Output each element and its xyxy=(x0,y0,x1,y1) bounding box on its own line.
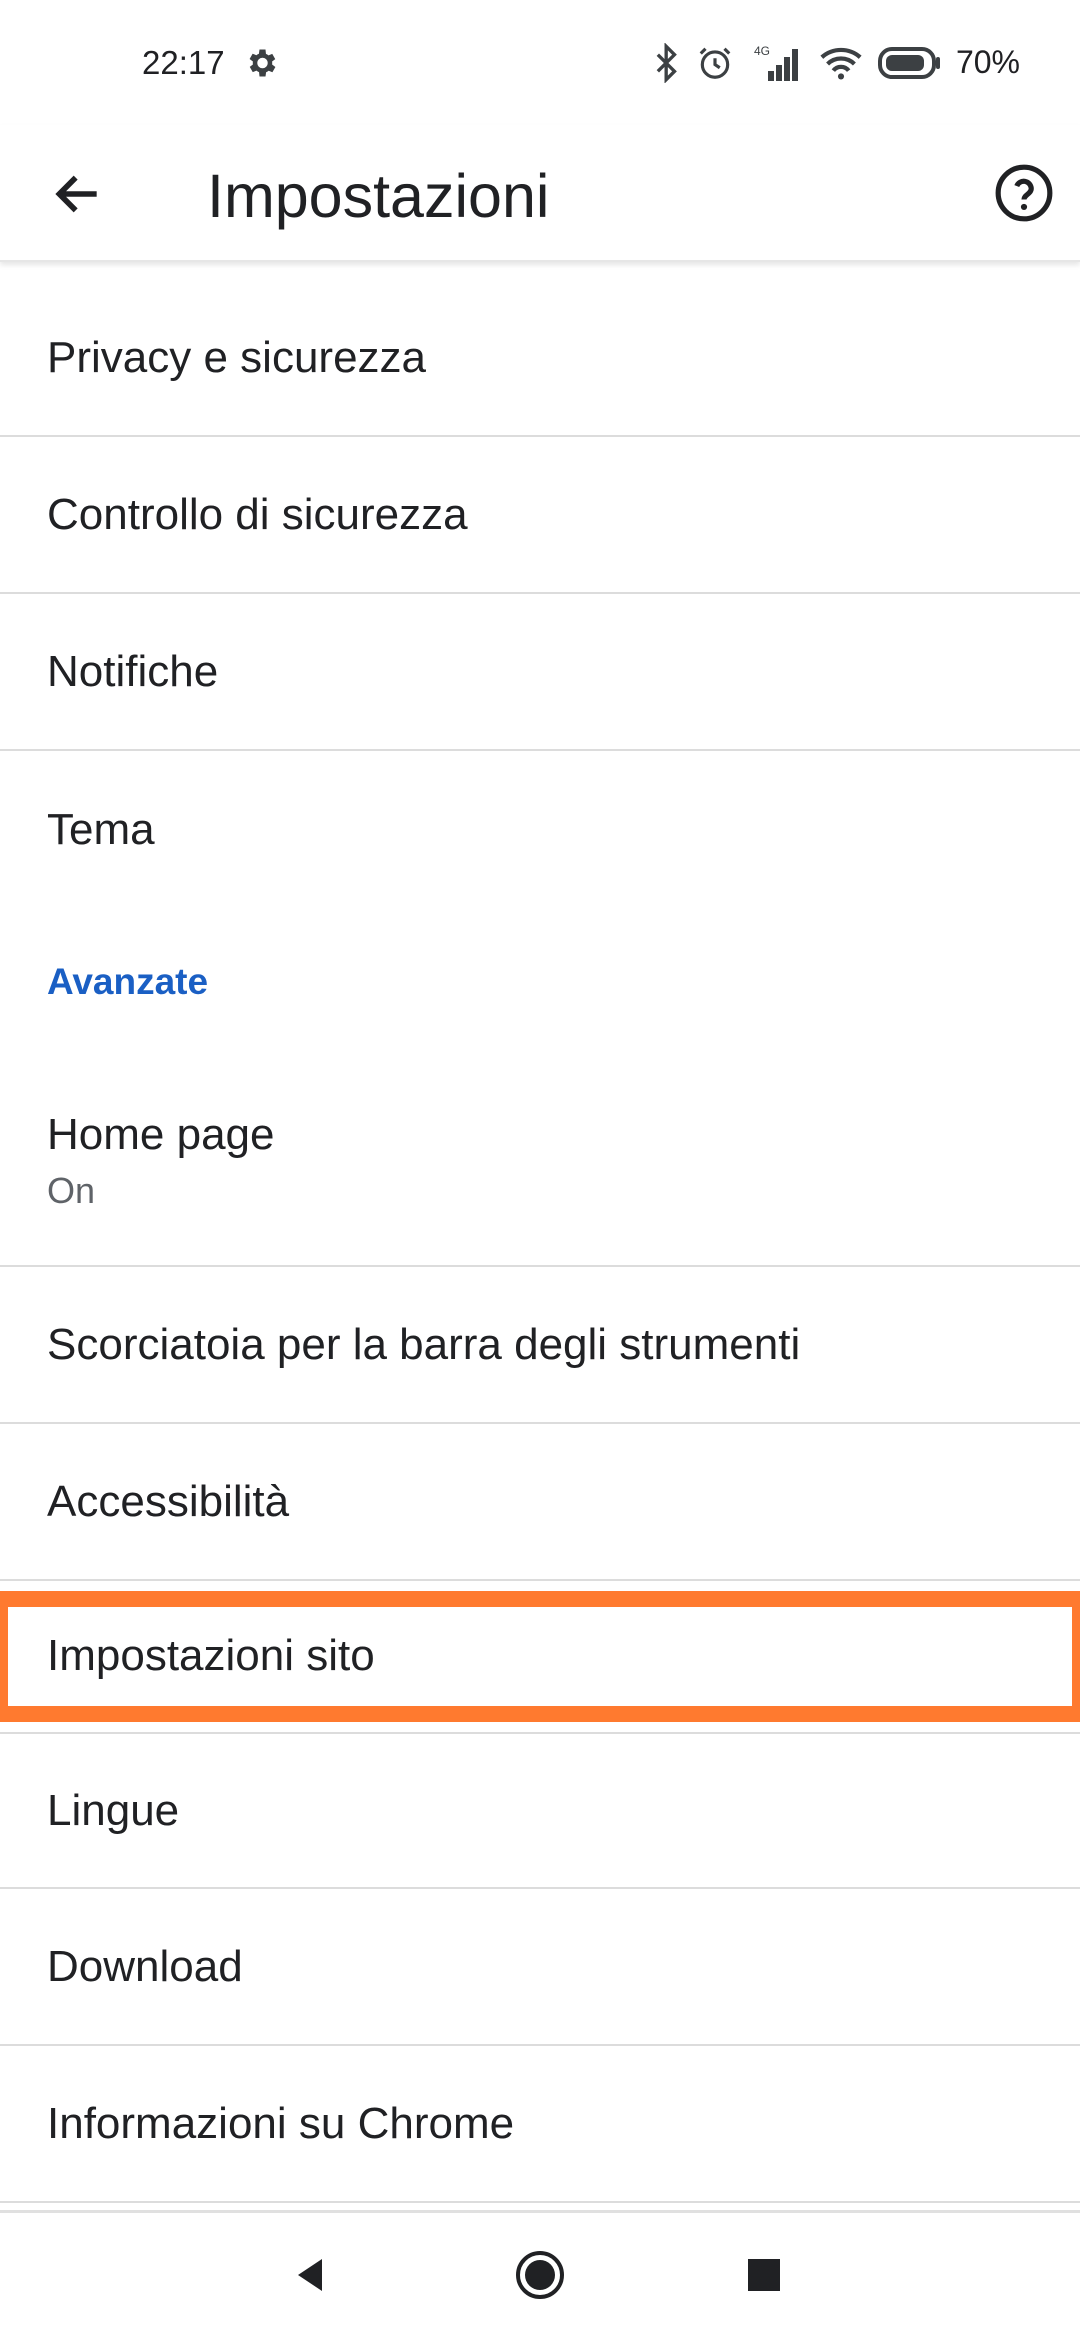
setting-value: On xyxy=(47,1169,96,1211)
setting-label: Accessibilità xyxy=(47,1476,290,1526)
setting-label: Controllo di sicurezza xyxy=(47,489,468,539)
page-title: Impostazioni xyxy=(207,162,550,230)
section-label: Avanzate xyxy=(47,961,209,1002)
back-button[interactable] xyxy=(42,158,114,230)
setting-safety-check[interactable]: Controllo di sicurezza xyxy=(0,437,1080,594)
nav-recents-button[interactable] xyxy=(734,2245,794,2305)
system-nav-bar xyxy=(0,2210,1080,2340)
battery-percent: 70% xyxy=(955,44,1020,80)
network-type-label: 4G xyxy=(754,44,770,58)
status-bar: 22:17 4G 70% xyxy=(0,0,1080,125)
app-bar: Impostazioni xyxy=(0,125,1080,262)
battery-icon xyxy=(877,46,942,79)
alarm-icon xyxy=(696,44,734,82)
setting-notifications[interactable]: Notifiche xyxy=(0,594,1080,751)
setting-languages[interactable]: Lingue xyxy=(0,1732,1080,1889)
arrow-left-icon xyxy=(55,175,97,213)
setting-label: Scorciatoia per la barra degli strumenti xyxy=(47,1319,801,1369)
nav-home-button[interactable] xyxy=(510,2245,570,2305)
signal-icon: 4G xyxy=(748,43,804,83)
status-time: 22:17 xyxy=(142,43,225,81)
bluetooth-icon xyxy=(652,42,682,83)
back-triangle-icon xyxy=(298,2259,322,2291)
status-right: 4G 70% xyxy=(652,42,1020,83)
recents-square-icon xyxy=(748,2259,780,2291)
settings-list: Privacy e sicurezza Controllo di sicurez… xyxy=(0,280,1080,2203)
setting-about-chrome[interactable]: Informazioni su Chrome xyxy=(0,2046,1080,2203)
setting-label: Home page xyxy=(47,1109,275,1159)
section-header-advanced: Avanzate xyxy=(0,908,1080,1056)
setting-accessibility[interactable]: Accessibilità xyxy=(0,1424,1080,1581)
help-button[interactable] xyxy=(986,155,1062,231)
setting-label: Tema xyxy=(47,804,155,854)
setting-label: Lingue xyxy=(47,1785,180,1835)
setting-label: Download xyxy=(47,1941,243,1991)
setting-label: Impostazioni sito xyxy=(47,1630,375,1680)
setting-privacy[interactable]: Privacy e sicurezza xyxy=(0,280,1080,437)
home-circle-icon xyxy=(516,2251,564,2299)
setting-label: Notifiche xyxy=(47,646,219,696)
setting-toolbar-shortcut[interactable]: Scorciatoia per la barra degli strumenti xyxy=(0,1267,1080,1424)
setting-label: Informazioni su Chrome xyxy=(47,2098,515,2148)
help-circle-icon xyxy=(995,164,1053,222)
status-left: 22:17 xyxy=(142,44,279,82)
setting-theme[interactable]: Tema xyxy=(0,751,1080,908)
nav-back-button[interactable] xyxy=(282,2245,342,2305)
setting-label: Privacy e sicurezza xyxy=(47,332,427,382)
screen: 22:17 4G 70% Impostazioni Privacy e sicu… xyxy=(0,0,1080,2340)
gear-icon xyxy=(243,45,279,81)
wifi-icon xyxy=(818,43,864,83)
setting-downloads[interactable]: Download xyxy=(0,1889,1080,2046)
setting-homepage[interactable]: Home page On xyxy=(0,1056,1080,1267)
setting-site-settings[interactable]: Impostazioni sito xyxy=(0,1591,1080,1722)
